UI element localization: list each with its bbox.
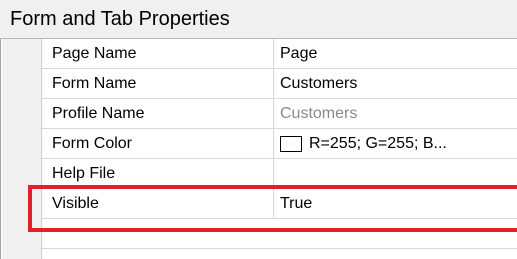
property-row-profile-name[interactable]: Profile Name Customers [42, 99, 517, 129]
property-value-page-name[interactable]: Page [274, 39, 517, 68]
property-value-help-file[interactable] [274, 159, 517, 188]
property-value-profile-name: Customers [280, 105, 358, 122]
help-file-highlight-box [28, 185, 517, 232]
color-swatch[interactable] [280, 136, 302, 152]
property-row-form-name[interactable]: Form Name Customers [42, 69, 517, 99]
panel-title-bar: Form and Tab Properties [0, 0, 517, 39]
property-name: Profile Name [42, 99, 274, 128]
property-row-form-color[interactable]: Form Color R=255; G=255; B... [42, 129, 517, 159]
property-row-page-name[interactable]: Page Name Page [42, 39, 517, 69]
property-value-form-color[interactable]: R=255; G=255; B... [309, 129, 447, 158]
property-name: Form Color [42, 129, 274, 158]
property-name: Page Name [42, 39, 274, 68]
property-value-form-name[interactable]: Customers [274, 69, 517, 98]
property-name: Help File [42, 159, 274, 188]
property-name: Form Name [42, 69, 274, 98]
panel-title: Form and Tab Properties [10, 8, 230, 30]
